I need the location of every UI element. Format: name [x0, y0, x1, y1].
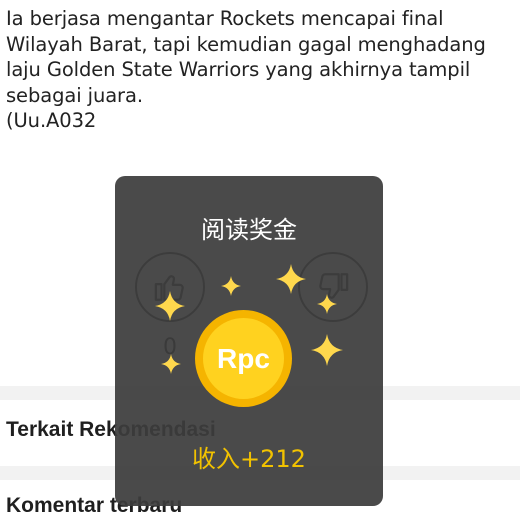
sparkle-icon [221, 276, 241, 296]
sparkle-icon [276, 264, 306, 294]
article-code: (Uu.A032 [6, 109, 97, 132]
reward-coin-label: Rpc [203, 318, 284, 399]
reward-popup[interactable]: 阅读奖金 Rpc 收入+212 [115, 176, 383, 506]
sparkle-icon [161, 354, 181, 374]
reward-popup-title: 阅读奖金 [201, 216, 297, 244]
article-paragraph: Ia berjasa mengantar Rockets mencapai fi… [6, 7, 486, 107]
reward-coin: Rpc [195, 310, 292, 407]
reward-income: 收入+212 [192, 445, 306, 473]
sparkle-icon [155, 291, 185, 321]
article-body: Ia berjasa mengantar Rockets mencapai fi… [6, 6, 511, 134]
sparkle-icon [317, 294, 337, 314]
sparkle-icon [311, 334, 343, 366]
